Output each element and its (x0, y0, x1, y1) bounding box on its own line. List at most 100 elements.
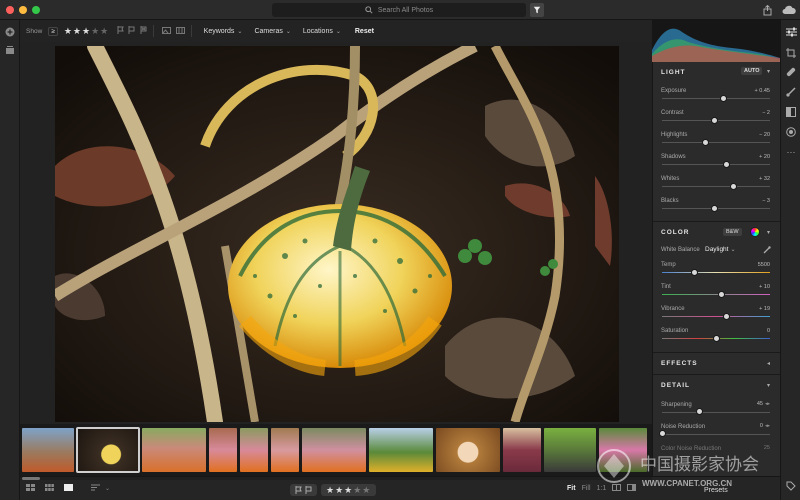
tint-value[interactable]: + 10 (759, 284, 770, 290)
scrollbar-thumb[interactable] (22, 477, 40, 480)
flag-controls[interactable] (290, 484, 317, 496)
brush-button[interactable] (785, 86, 797, 98)
exposure-slider-knob[interactable] (720, 95, 728, 102)
sort-button[interactable] (91, 484, 101, 493)
contrast-value[interactable]: − 2 (762, 110, 770, 116)
highlights-value[interactable]: − 20 (759, 132, 770, 138)
info-button[interactable] (785, 480, 797, 492)
thumbnail[interactable] (436, 428, 500, 472)
edit-button[interactable] (785, 26, 797, 38)
color-noise-value[interactable]: 25 (764, 445, 770, 451)
library-button[interactable] (4, 44, 16, 56)
chevron-down-icon[interactable]: ▾ (767, 382, 770, 389)
temp-value[interactable]: 5500 (758, 262, 770, 268)
color-mixer-icon[interactable] (750, 227, 760, 237)
zoom-fit-button[interactable]: Fit (567, 485, 576, 492)
info-panel-button[interactable] (627, 484, 637, 493)
thumbnail[interactable] (544, 428, 596, 472)
radial-gradient-button[interactable] (785, 126, 797, 138)
thumbnail[interactable] (503, 428, 541, 472)
flag-filter[interactable] (117, 26, 147, 36)
close-window-button[interactable] (6, 6, 14, 14)
locations-dropdown[interactable]: Locations ⌄ (303, 28, 341, 35)
vibrance-slider-knob[interactable] (723, 313, 731, 320)
saturation-value[interactable]: 0 (767, 328, 770, 334)
effects-section-header[interactable]: EFFECTS (661, 360, 698, 367)
shadows-slider-knob[interactable] (723, 161, 731, 168)
search-bar[interactable]: Search All Photos (272, 3, 526, 17)
keywords-dropdown[interactable]: Keywords ⌄ (204, 28, 243, 35)
thumbnail-selected[interactable] (76, 427, 140, 473)
detail-section-header[interactable]: DETAIL (661, 382, 690, 389)
reset-filters-button[interactable]: Reset (355, 28, 374, 35)
tint-slider-track[interactable] (662, 294, 770, 295)
video-type-filter[interactable] (175, 26, 185, 36)
crop-button[interactable] (785, 47, 797, 59)
detail-view-button[interactable] (64, 484, 73, 493)
cloud-sync-button[interactable] (782, 4, 796, 16)
healing-brush-button[interactable] (785, 66, 797, 78)
rating-operator[interactable]: ≥ (48, 26, 58, 36)
noise-slider-knob[interactable] (658, 430, 666, 437)
thumbnail[interactable] (271, 428, 299, 472)
vibrance-value[interactable]: + 19 (759, 306, 770, 312)
sharpening-value[interactable]: 45 ◂▸ (757, 401, 770, 407)
share-button[interactable] (763, 4, 772, 16)
highlights-slider-knob[interactable] (701, 139, 709, 146)
linear-gradient-button[interactable] (785, 106, 797, 118)
light-section-header[interactable]: LIGHT (661, 69, 686, 76)
noise-slider-track[interactable] (662, 434, 770, 435)
filmstrip-scrollbar[interactable] (20, 477, 652, 480)
add-photos-button[interactable] (4, 26, 16, 38)
star-rating-control[interactable]: ★★★ ★★ (321, 484, 377, 496)
thumbnail[interactable] (209, 428, 237, 472)
eyedropper-button[interactable] (763, 246, 771, 256)
sharpening-slider-track[interactable] (662, 412, 770, 413)
chevron-down-icon[interactable]: ▾ (767, 68, 770, 75)
cameras-dropdown[interactable]: Cameras ⌄ (254, 28, 290, 35)
color-section-header[interactable]: COLOR (661, 229, 689, 236)
compare-button[interactable] (612, 484, 622, 493)
rating-filter[interactable]: ★★★★★ (64, 26, 109, 37)
thumbnail[interactable] (369, 428, 433, 472)
whites-slider-track[interactable] (662, 186, 770, 187)
temp-slider-track[interactable] (662, 272, 770, 273)
noise-reduction-value[interactable]: 0 ◂▸ (760, 423, 770, 429)
chevron-down-icon[interactable]: ⌄ (105, 485, 110, 492)
exposure-value[interactable]: + 0.45 (755, 88, 770, 94)
blacks-slider-knob[interactable] (711, 205, 719, 212)
more-options-button[interactable]: ··· (785, 146, 797, 158)
zoom-fill-button[interactable]: Fill (582, 485, 591, 492)
exposure-slider-track[interactable] (662, 98, 770, 99)
vibrance-slider-track[interactable] (662, 316, 770, 317)
thumbnail[interactable] (142, 428, 206, 472)
zoom-window-button[interactable] (32, 6, 40, 14)
blacks-value[interactable]: − 3 (762, 198, 770, 204)
photo-type-filter[interactable] (161, 26, 171, 36)
white-balance-dropdown[interactable]: Daylight ⌄ (705, 246, 736, 253)
photo-grid-view-button[interactable] (26, 484, 35, 493)
sharpening-slider-knob[interactable] (696, 408, 704, 415)
chevron-down-icon[interactable]: ▾ (767, 229, 770, 236)
shadows-slider-track[interactable] (662, 164, 770, 165)
square-grid-view-button[interactable] (45, 484, 54, 493)
filter-button[interactable] (530, 3, 544, 17)
whites-value[interactable]: + 32 (759, 176, 770, 182)
zoom-1to1-button[interactable]: 1:1 (597, 485, 607, 492)
temp-slider-knob[interactable] (690, 269, 698, 276)
highlights-slider-track[interactable] (662, 142, 770, 143)
thumbnail[interactable] (22, 428, 74, 472)
minimize-window-button[interactable] (19, 6, 27, 14)
thumbnail[interactable] (302, 428, 366, 472)
presets-button[interactable]: Presets (704, 487, 728, 494)
thumbnail[interactable] (599, 428, 647, 472)
contrast-slider-knob[interactable] (711, 117, 719, 124)
bw-button[interactable]: B&W (723, 228, 742, 236)
saturation-slider-knob[interactable] (712, 335, 720, 342)
chevron-left-icon[interactable]: ◂ (767, 360, 770, 367)
auto-button[interactable]: AUTO (741, 67, 763, 75)
tint-slider-knob[interactable] (717, 291, 725, 298)
thumbnail[interactable] (240, 428, 268, 472)
shadows-value[interactable]: + 20 (759, 154, 770, 160)
main-photo[interactable] (55, 46, 619, 422)
